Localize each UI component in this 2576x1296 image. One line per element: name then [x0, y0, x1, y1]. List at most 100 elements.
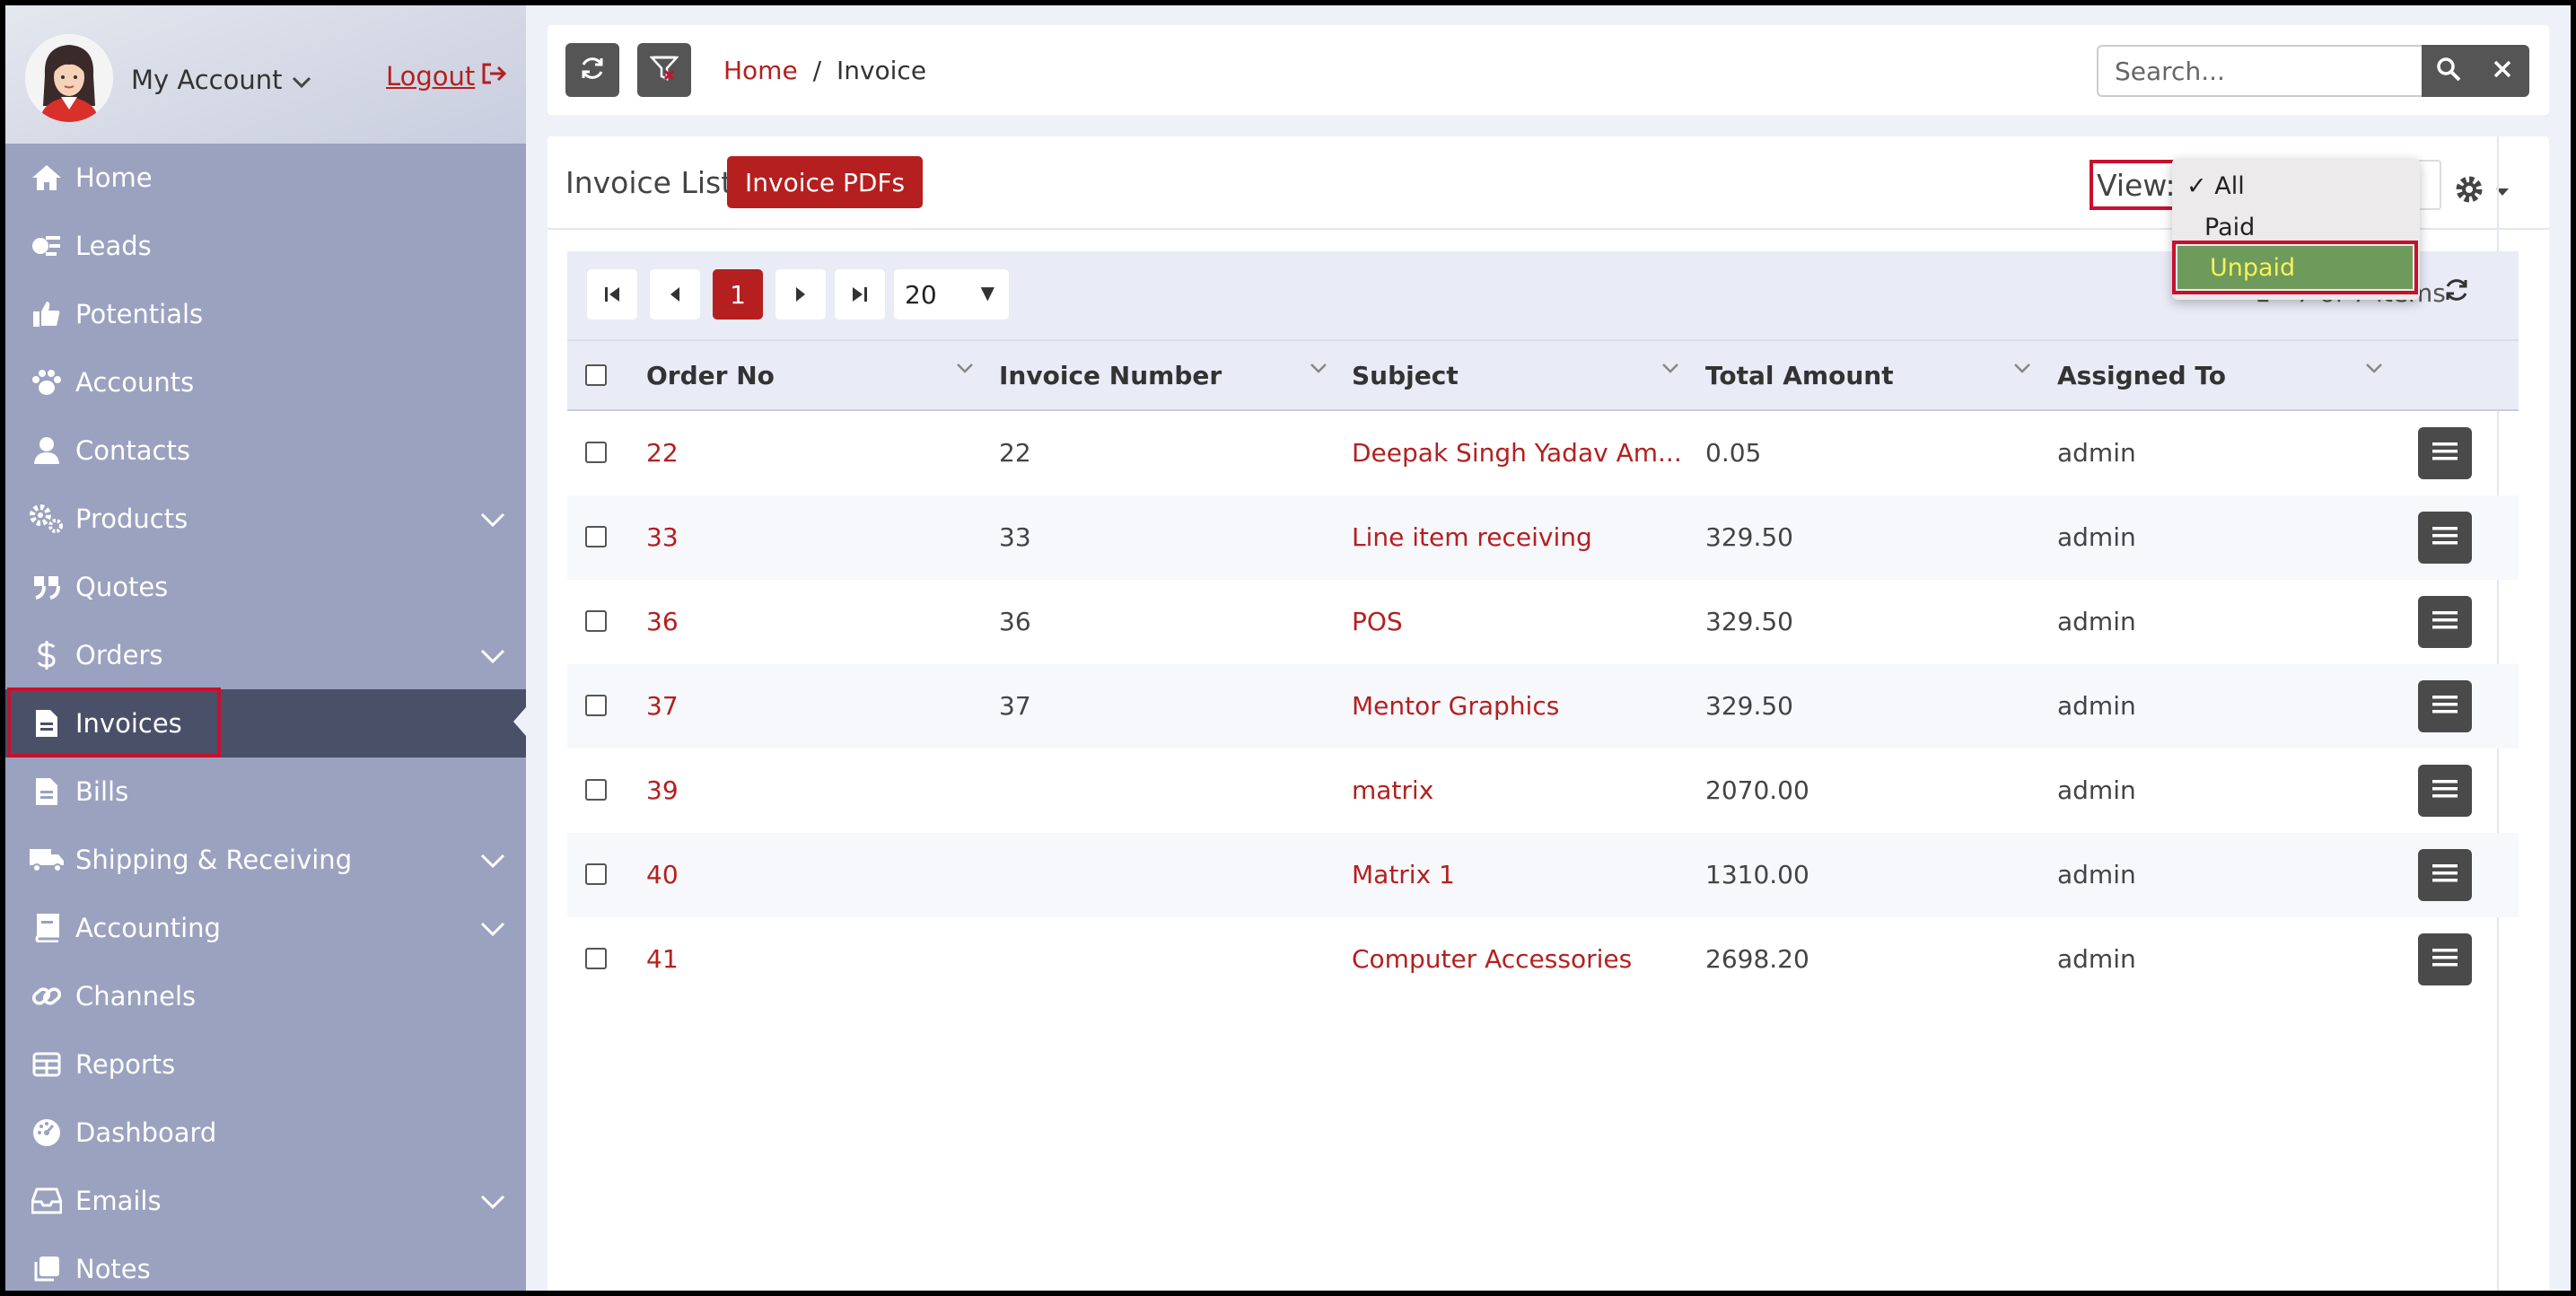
my-account-menu[interactable]: My Account [131, 65, 311, 95]
order-no-link[interactable]: 37 [646, 691, 679, 721]
row-checkbox[interactable] [585, 695, 607, 716]
subject-link[interactable]: Mentor Graphics [1352, 691, 1559, 721]
sidebar-item-products[interactable]: Products [5, 485, 526, 553]
sidebar-item-label: Products [75, 504, 188, 534]
row-actions-button[interactable] [2418, 765, 2472, 817]
column-header-total-amount[interactable]: Total Amount [1705, 361, 1894, 390]
sidebar-item-leads[interactable]: Leads [5, 212, 526, 280]
order-no-link[interactable]: 41 [646, 944, 679, 974]
row-checkbox[interactable] [585, 948, 607, 969]
chevron-down-icon[interactable] [2012, 361, 2032, 378]
column-header-invoice-number[interactable]: Invoice Number [999, 361, 1222, 390]
row-checkbox[interactable] [585, 779, 607, 801]
settings-menu[interactable] [2454, 174, 2510, 208]
refresh-icon [579, 55, 606, 85]
column-header-assigned-to[interactable]: Assigned To [2057, 361, 2226, 390]
chevron-down-icon[interactable] [479, 504, 506, 535]
row-actions-button[interactable] [2418, 427, 2472, 479]
sidebar-item-accounting[interactable]: Accounting [5, 894, 526, 962]
order-no-link[interactable]: 36 [646, 607, 679, 636]
avatar[interactable] [25, 34, 113, 122]
subject-link[interactable]: POS [1352, 607, 1403, 636]
order-no-link[interactable]: 22 [646, 438, 679, 468]
app-window: My Account Logout Home Leads Potentials … [5, 5, 2571, 1291]
refresh-button[interactable] [565, 43, 619, 97]
view-option-all[interactable]: ✓ All [2186, 172, 2245, 200]
invoice-pdfs-button[interactable]: Invoice PDFs [727, 156, 924, 208]
subject-link[interactable]: Deepak Singh Yadav Am... [1352, 438, 1682, 468]
search-input[interactable] [2097, 45, 2422, 97]
sidebar-item-dashboard[interactable]: Dashboard [5, 1099, 526, 1167]
first-page-button[interactable] [587, 269, 637, 320]
table-row: 36 36 POS 329.50 admin [567, 580, 2519, 664]
table-icon [29, 1046, 65, 1082]
row-actions-button[interactable] [2418, 596, 2472, 648]
row-actions-button[interactable] [2418, 680, 2472, 732]
row-checkbox[interactable] [585, 442, 607, 463]
sidebar-item-channels[interactable]: Channels [5, 962, 526, 1030]
view-option-label: Paid [2204, 214, 2256, 241]
sidebar-item-notes[interactable]: Notes [5, 1235, 526, 1291]
breadcrumb-home-link[interactable]: Home [723, 56, 798, 85]
view-option-paid[interactable]: Paid [2204, 214, 2255, 241]
search-button[interactable] [2422, 45, 2475, 97]
chevron-down-icon[interactable] [479, 1187, 506, 1217]
logout-link[interactable]: Logout [386, 61, 507, 92]
sidebar-item-bills[interactable]: Bills [5, 757, 526, 826]
select-all-checkbox[interactable] [585, 364, 607, 386]
sidebar-item-quotes[interactable]: Quotes [5, 553, 526, 621]
order-no-link[interactable]: 39 [646, 775, 679, 805]
breadcrumb-separator: / [812, 56, 822, 85]
row-actions-button[interactable] [2418, 512, 2472, 564]
sidebar-item-orders[interactable]: Orders [5, 621, 526, 689]
clear-search-button[interactable] [2475, 45, 2529, 97]
total-amount-cell: 329.50 [1705, 607, 1793, 636]
sidebar-item-shipping-receiving[interactable]: Shipping & Receiving [5, 826, 526, 894]
inbox-icon [29, 1183, 65, 1219]
row-checkbox[interactable] [585, 526, 607, 547]
column-header-subject[interactable]: Subject [1352, 361, 1459, 390]
sidebar-item-emails[interactable]: Emails [5, 1167, 526, 1235]
sidebar-item-contacts[interactable]: Contacts [5, 416, 526, 485]
chevron-down-icon[interactable] [1660, 361, 1680, 378]
row-actions-button[interactable] [2418, 933, 2472, 985]
sidebar-item-accounts[interactable]: Accounts [5, 348, 526, 416]
order-no-link[interactable]: 33 [646, 522, 679, 552]
previous-page-button[interactable] [650, 269, 700, 320]
subject-link[interactable]: Line item receiving [1352, 522, 1592, 552]
book-icon [29, 910, 65, 946]
sidebar-item-label: Orders [75, 640, 163, 670]
order-no-link[interactable]: 40 [646, 860, 679, 889]
sidebar-item-invoices[interactable]: Invoices [5, 689, 526, 757]
row-actions-button[interactable] [2418, 849, 2472, 901]
page-1-button[interactable]: 1 [713, 269, 763, 320]
sidebar-item-reports[interactable]: Reports [5, 1030, 526, 1099]
quote-icon [29, 569, 65, 605]
chevron-down-icon[interactable] [955, 361, 975, 378]
breadcrumb: Home / Invoice [723, 56, 926, 85]
sidebar-item-home[interactable]: Home [5, 144, 526, 212]
view-option-label: Unpaid [2210, 253, 2296, 282]
chevron-down-icon[interactable] [1309, 361, 1328, 378]
row-checkbox[interactable] [585, 610, 607, 632]
sidebar-item-label: Accounting [75, 913, 221, 943]
chevron-down-icon[interactable] [479, 641, 506, 671]
next-page-button[interactable] [775, 269, 826, 320]
clear-filter-button[interactable] [637, 43, 691, 97]
chevron-down-icon[interactable] [479, 914, 506, 944]
chevron-down-icon[interactable] [2364, 361, 2384, 378]
page-size-select[interactable]: 20 ▼ [894, 269, 1009, 320]
subject-link[interactable]: Computer Accessories [1352, 944, 1632, 974]
sidebar-item-potentials[interactable]: Potentials [5, 280, 526, 348]
subject-link[interactable]: matrix [1352, 775, 1433, 805]
grid-refresh-icon[interactable] [2443, 276, 2470, 307]
chevron-down-icon [292, 65, 311, 95]
assigned-to-cell: admin [2057, 691, 2136, 721]
view-option-unpaid[interactable]: Unpaid [2172, 241, 2418, 294]
last-page-button[interactable] [835, 269, 885, 320]
subject-link[interactable]: Matrix 1 [1352, 860, 1455, 889]
chevron-down-icon[interactable] [479, 845, 506, 876]
column-header-order-no[interactable]: Order No [646, 361, 775, 390]
row-checkbox[interactable] [585, 863, 607, 885]
invoice-number-cell: 37 [999, 691, 1031, 721]
